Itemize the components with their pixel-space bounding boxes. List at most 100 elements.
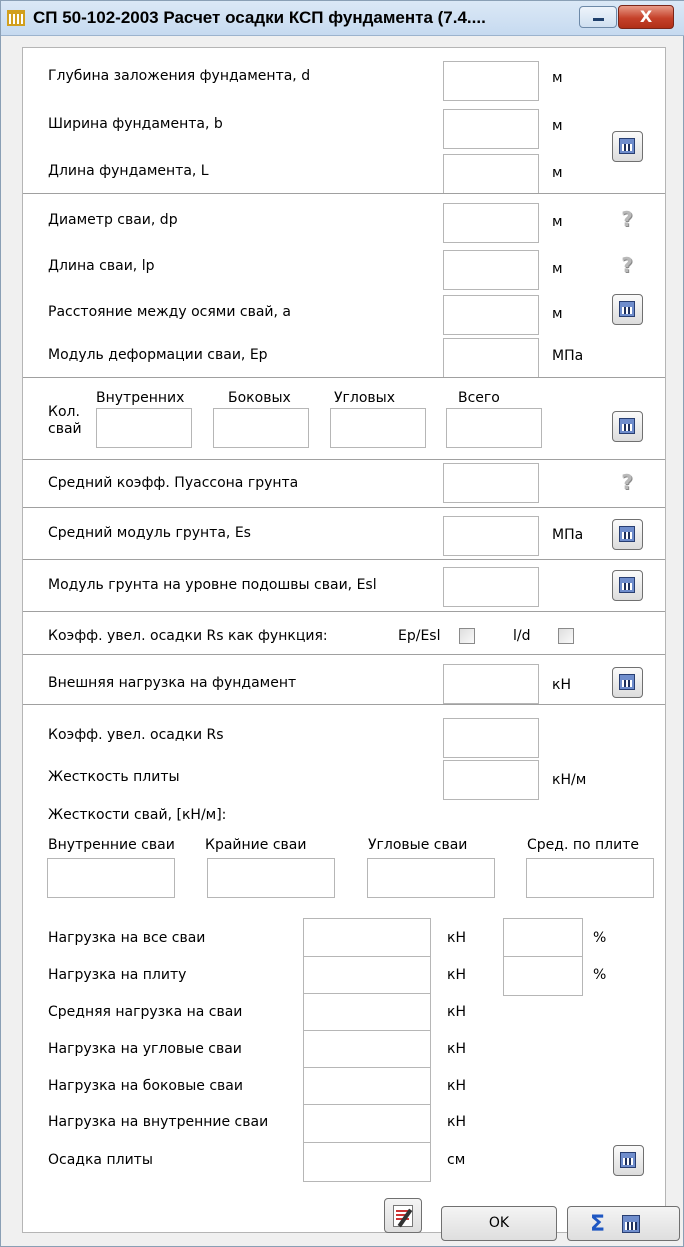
length-label: Длина фундамента, L (48, 163, 209, 179)
calculator-icon[interactable] (612, 519, 643, 550)
all-piles-load-percent-input[interactable] (503, 918, 583, 958)
avg-plate-stiffness-header: Сред. по плите (527, 837, 639, 853)
pile-length-input[interactable] (443, 250, 539, 290)
rs-option-ep-esl-checkbox[interactable] (459, 628, 475, 644)
side-count-input[interactable] (213, 408, 309, 448)
avg-pile-load-input[interactable] (303, 993, 431, 1033)
edge-piles-stiffness-input[interactable] (207, 858, 335, 898)
corner-pile-load-label: Нагрузка на угловые сваи (48, 1041, 242, 1057)
all-piles-load-input[interactable] (303, 918, 431, 958)
window-title: СП 50-102-2003 Расчет осадки КСП фундаме… (33, 8, 486, 27)
external-load-label: Внешняя нагрузка на фундамент (48, 675, 297, 691)
length-input[interactable] (443, 154, 539, 194)
pile-length-label: Длина сваи, lp (48, 258, 155, 274)
all-piles-load-percent-unit: % (593, 930, 607, 946)
app-icon (7, 10, 25, 26)
rs-result-label: Коэфф. увел. осадки Rs (48, 727, 224, 743)
external-load-unit: кН (552, 677, 571, 693)
divider (23, 559, 665, 560)
settlement-input[interactable] (303, 1142, 431, 1182)
inner-piles-stiffness-input[interactable] (47, 858, 175, 898)
pile-modulus-input[interactable] (443, 338, 539, 378)
pile-spacing-input[interactable] (443, 295, 539, 335)
poisson-input[interactable] (443, 463, 539, 503)
divider (23, 704, 665, 705)
rs-result-input[interactable] (443, 718, 539, 758)
inner-pile-load-unit: кН (447, 1114, 466, 1130)
corner-count-input[interactable] (330, 408, 426, 448)
depth-unit: м (552, 70, 563, 86)
plate-load-unit: кН (447, 967, 466, 983)
inner-pile-load-input[interactable] (303, 1104, 431, 1144)
avg-pile-load-label: Средняя нагрузка на сваи (48, 1004, 243, 1020)
pile-spacing-label: Расстояние между осями свай, a (48, 304, 291, 320)
divider (23, 507, 665, 508)
side-pile-load-input[interactable] (303, 1067, 431, 1107)
avg-plate-stiffness-input[interactable] (526, 858, 654, 898)
inner-pile-load-label: Нагрузка на внутренние сваи (48, 1114, 269, 1130)
total-count-header: Всего (458, 390, 500, 406)
help-icon[interactable]: ? (617, 253, 637, 277)
dialog-window: СП 50-102-2003 Расчет осадки КСП фундаме… (0, 0, 684, 1247)
side-count-header: Боковых (228, 390, 291, 406)
rs-function-label: Коэфф. увел. осадки Rs как функция: (48, 628, 328, 644)
minimize-button[interactable] (579, 6, 617, 28)
inner-count-input[interactable] (96, 408, 192, 448)
plate-load-percent-input[interactable] (503, 956, 583, 996)
divider (23, 377, 665, 378)
calculator-icon[interactable] (612, 294, 643, 325)
avg-pile-load-unit: кН (447, 1004, 466, 1020)
title-bar[interactable]: СП 50-102-2003 Расчет осадки КСП фундаме… (1, 1, 684, 36)
base-soil-modulus-input[interactable] (443, 567, 539, 607)
soil-modulus-label: Средний модуль грунта, Es (48, 525, 251, 541)
ok-button[interactable]: OK (441, 1206, 557, 1241)
width-unit: м (552, 118, 563, 134)
pile-stiffness-label: Жесткости свай, [кН/м]: (48, 807, 227, 823)
calculator-icon (622, 1215, 640, 1233)
poisson-label: Средний коэфф. Пуассона грунта (48, 475, 299, 491)
pile-count-label-line2: свай (48, 421, 82, 437)
pile-diameter-label: Диаметр сваи, dp (48, 212, 178, 228)
corner-piles-stiffness-header: Угловые сваи (368, 837, 468, 853)
total-count-input[interactable] (446, 408, 542, 448)
divider (23, 654, 665, 655)
plate-load-input[interactable] (303, 956, 431, 996)
help-icon[interactable]: ? (617, 207, 637, 231)
soil-modulus-unit: МПа (552, 527, 584, 543)
rs-option-ld-checkbox[interactable] (558, 628, 574, 644)
divider (23, 193, 665, 194)
edit-report-button[interactable] (384, 1198, 422, 1233)
width-input[interactable] (443, 109, 539, 149)
calculator-icon[interactable] (612, 131, 643, 162)
close-button[interactable]: X (618, 5, 674, 29)
plate-stiffness-input[interactable] (443, 760, 539, 800)
external-load-input[interactable] (443, 664, 539, 704)
calculator-icon[interactable] (613, 1145, 644, 1176)
all-piles-load-label: Нагрузка на все сваи (48, 930, 206, 946)
calculator-icon[interactable] (612, 667, 643, 698)
depth-input[interactable] (443, 61, 539, 101)
soil-modulus-input[interactable] (443, 516, 539, 556)
divider (23, 459, 665, 460)
corner-pile-load-input[interactable] (303, 1030, 431, 1070)
calculator-icon[interactable] (612, 570, 643, 601)
sigma-icon: Σ (590, 1212, 606, 1237)
edge-piles-stiffness-header: Крайние сваи (205, 837, 307, 853)
pile-modulus-label: Модуль деформации сваи, Ep (48, 347, 268, 363)
all-piles-load-unit: кН (447, 930, 466, 946)
pile-length-unit: м (552, 261, 563, 277)
plate-stiffness-label: Жесткость плиты (48, 769, 180, 785)
divider (23, 611, 665, 612)
plate-load-label: Нагрузка на плиту (48, 967, 187, 983)
calculator-icon[interactable] (612, 411, 643, 442)
corner-piles-stiffness-input[interactable] (367, 858, 495, 898)
inner-piles-stiffness-header: Внутренние сваи (48, 837, 175, 853)
settlement-label: Осадка плиты (48, 1152, 153, 1168)
rs-option-ld-label: l/d (513, 628, 531, 644)
sum-calculate-button[interactable]: Σ (567, 1206, 680, 1241)
settlement-unit: см (447, 1152, 466, 1168)
pile-diameter-input[interactable] (443, 203, 539, 243)
help-icon[interactable]: ? (617, 470, 637, 494)
plate-stiffness-unit: кН/м (552, 772, 587, 788)
width-label: Ширина фундамента, b (48, 116, 223, 132)
